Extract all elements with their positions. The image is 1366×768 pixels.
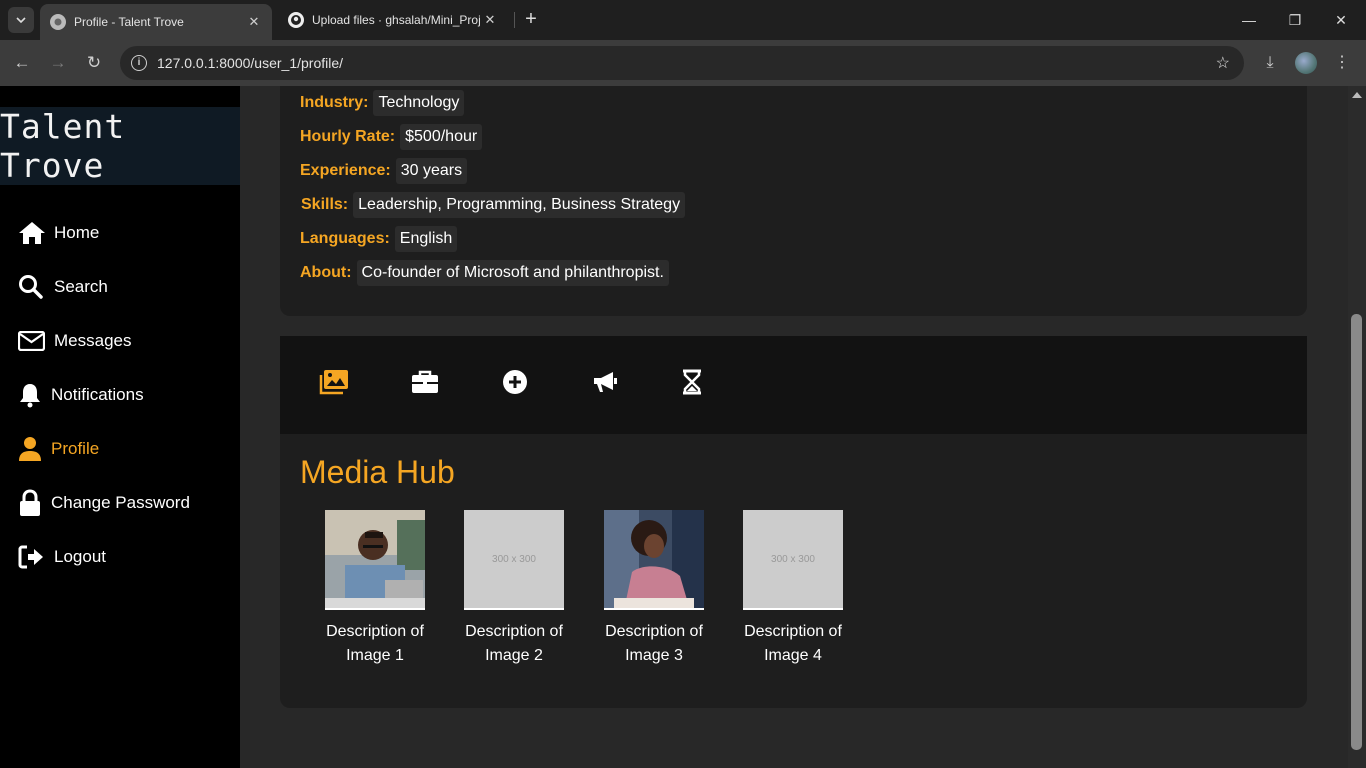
- tab-search-button[interactable]: [8, 7, 34, 33]
- sidebar-item-label: Notifications: [51, 385, 144, 404]
- sidebar-item-search[interactable]: Search: [18, 272, 108, 302]
- sidebar-item-logout[interactable]: Logout: [18, 542, 106, 572]
- field-languages: Languages: English: [300, 225, 458, 253]
- media-image-4[interactable]: 300 x 300: [743, 510, 843, 610]
- sidebar-item-home[interactable]: Home: [18, 218, 99, 248]
- menu-kebab-icon[interactable]: ⋮: [1331, 52, 1353, 74]
- search-icon: [18, 274, 48, 300]
- sidebar-item-label: Messages: [54, 331, 132, 350]
- reload-icon[interactable]: ↻: [83, 52, 105, 74]
- bookmark-star-icon[interactable]: ☆: [1216, 53, 1230, 73]
- tab-profile[interactable]: Profile - Talent Trove ✕: [40, 4, 272, 40]
- envelope-icon: [18, 328, 48, 354]
- sidebar-item-label: Home: [54, 223, 100, 242]
- images-icon[interactable]: [318, 366, 350, 398]
- brand-name: Talent Trove: [0, 107, 126, 185]
- tab-title: Upload files · ghsalah/Mini_Proj: [312, 13, 481, 27]
- restore-button[interactable]: ❐: [1272, 0, 1318, 40]
- new-tab-button[interactable]: +: [520, 8, 542, 30]
- field-value: Co-founder of Microsoft and philanthropi…: [356, 260, 669, 286]
- tab-github-upload[interactable]: Upload files · ghsalah/Mini_Proj ✕: [278, 4, 508, 36]
- page-viewport: Talent Trove Home Search Messages Notifi: [0, 86, 1366, 768]
- scrollbar-thumb[interactable]: [1351, 314, 1362, 750]
- field-value: Leadership, Programming, Business Strate…: [353, 192, 686, 218]
- field-label: Languages:: [300, 230, 390, 247]
- image-placeholder-label: 300 x 300: [492, 553, 536, 565]
- media-image-1[interactable]: [325, 510, 425, 610]
- field-about: About: Co-founder of Microsoft and phila…: [300, 259, 669, 287]
- field-label: Industry:: [300, 94, 369, 111]
- bell-icon: [18, 382, 45, 408]
- field-label: About:: [300, 264, 352, 281]
- url-text[interactable]: 127.0.0.1:8000/user_1/profile/: [157, 55, 1216, 71]
- field-value: Technology: [373, 90, 465, 116]
- sidebar-item-messages[interactable]: Messages: [18, 326, 131, 356]
- close-tab-icon[interactable]: ✕: [482, 12, 498, 28]
- field-value: English: [394, 226, 458, 252]
- tab-title: Profile - Talent Trove: [74, 15, 184, 29]
- sidebar-item-label: Profile: [51, 439, 100, 458]
- sidebar: Talent Trove Home Search Messages Notifi: [0, 86, 240, 768]
- field-industry: Industry: Technology: [300, 89, 465, 117]
- sidebar-item-label: Change Password: [51, 493, 190, 512]
- minimize-button[interactable]: —: [1226, 0, 1272, 40]
- profile-section-tabs: [280, 336, 1307, 434]
- lock-icon: [18, 489, 45, 516]
- back-arrow-icon[interactable]: ←: [11, 52, 33, 74]
- media-hub-title: Media Hub: [300, 454, 455, 490]
- field-value: $500/hour: [400, 124, 483, 150]
- media-caption-3: Description of Image 3: [605, 623, 703, 664]
- chevron-down-icon: [16, 17, 26, 24]
- close-tab-icon[interactable]: ✕: [246, 14, 262, 30]
- field-experience: Experience: 30 years: [300, 157, 468, 185]
- field-label: Hourly Rate:: [300, 128, 396, 145]
- close-window-button[interactable]: ✕: [1318, 0, 1364, 40]
- field-label: Skills:: [301, 196, 349, 213]
- media-caption-1: Description of Image 1: [326, 623, 424, 664]
- tab-divider: [514, 12, 515, 28]
- profile-avatar-icon[interactable]: [1295, 52, 1317, 74]
- logout-icon: [18, 544, 48, 570]
- browser-tabbar: Profile - Talent Trove ✕ Upload files · …: [0, 0, 1366, 40]
- page-scrollbar[interactable]: [1348, 86, 1366, 768]
- sidebar-item-label: Logout: [54, 547, 106, 566]
- media-caption-4: Description of Image 4: [744, 623, 842, 664]
- brand-logo[interactable]: Talent Trove: [0, 107, 240, 185]
- sidebar-item-label: Search: [54, 277, 108, 296]
- hourglass-icon[interactable]: [676, 366, 708, 398]
- briefcase-icon[interactable]: [409, 366, 441, 398]
- user-icon: [18, 436, 45, 462]
- forward-arrow-icon[interactable]: →: [47, 52, 69, 74]
- scroll-up-arrow-icon[interactable]: [1352, 92, 1362, 98]
- sidebar-item-change-password[interactable]: Change Password: [18, 488, 190, 518]
- image-placeholder-label: 300 x 300: [771, 553, 815, 565]
- browser-toolbar: ← → ↻ i 127.0.0.1:8000/user_1/profile/ ☆…: [0, 40, 1366, 86]
- sidebar-item-notifications[interactable]: Notifications: [18, 380, 144, 410]
- plus-circle-icon[interactable]: [499, 366, 531, 398]
- github-icon: [288, 12, 304, 28]
- media-caption-2: Description of Image 2: [465, 623, 563, 664]
- media-image-2[interactable]: 300 x 300: [464, 510, 564, 610]
- home-icon: [18, 220, 48, 246]
- megaphone-icon[interactable]: [589, 366, 621, 398]
- media-image-3[interactable]: [604, 510, 704, 610]
- globe-icon: [50, 14, 66, 30]
- field-hourly-rate: Hourly Rate: $500/hour: [300, 123, 483, 151]
- field-label: Experience:: [300, 162, 391, 179]
- address-bar[interactable]: i 127.0.0.1:8000/user_1/profile/ ☆: [120, 46, 1244, 80]
- field-value: 30 years: [395, 158, 468, 184]
- field-skills: Skills: Leadership, Programming, Busines…: [301, 191, 686, 219]
- sidebar-item-profile[interactable]: Profile: [18, 434, 99, 464]
- download-icon[interactable]: ⤓: [1259, 52, 1281, 74]
- site-info-icon[interactable]: i: [131, 55, 147, 71]
